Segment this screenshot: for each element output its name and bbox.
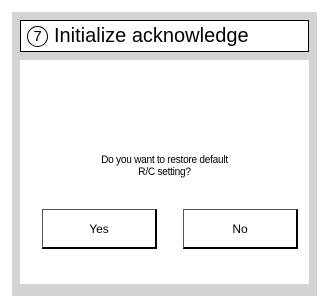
message-line-2: R/C setting? xyxy=(138,166,191,178)
dialog-panel: Do you want to restore default R/C setti… xyxy=(20,60,309,284)
yes-button[interactable]: Yes xyxy=(42,209,157,249)
confirmation-message: Do you want to restore default R/C setti… xyxy=(32,154,298,178)
no-button[interactable]: No xyxy=(183,209,298,249)
message-line-1: Do you want to restore default xyxy=(101,154,228,166)
step-number-badge: 7 xyxy=(27,25,48,47)
title-bar: 7 Initialize acknowledge xyxy=(20,20,309,52)
screen-frame: 7 Initialize acknowledge Do you want to … xyxy=(12,12,317,296)
page-title: Initialize acknowledge xyxy=(54,24,249,47)
